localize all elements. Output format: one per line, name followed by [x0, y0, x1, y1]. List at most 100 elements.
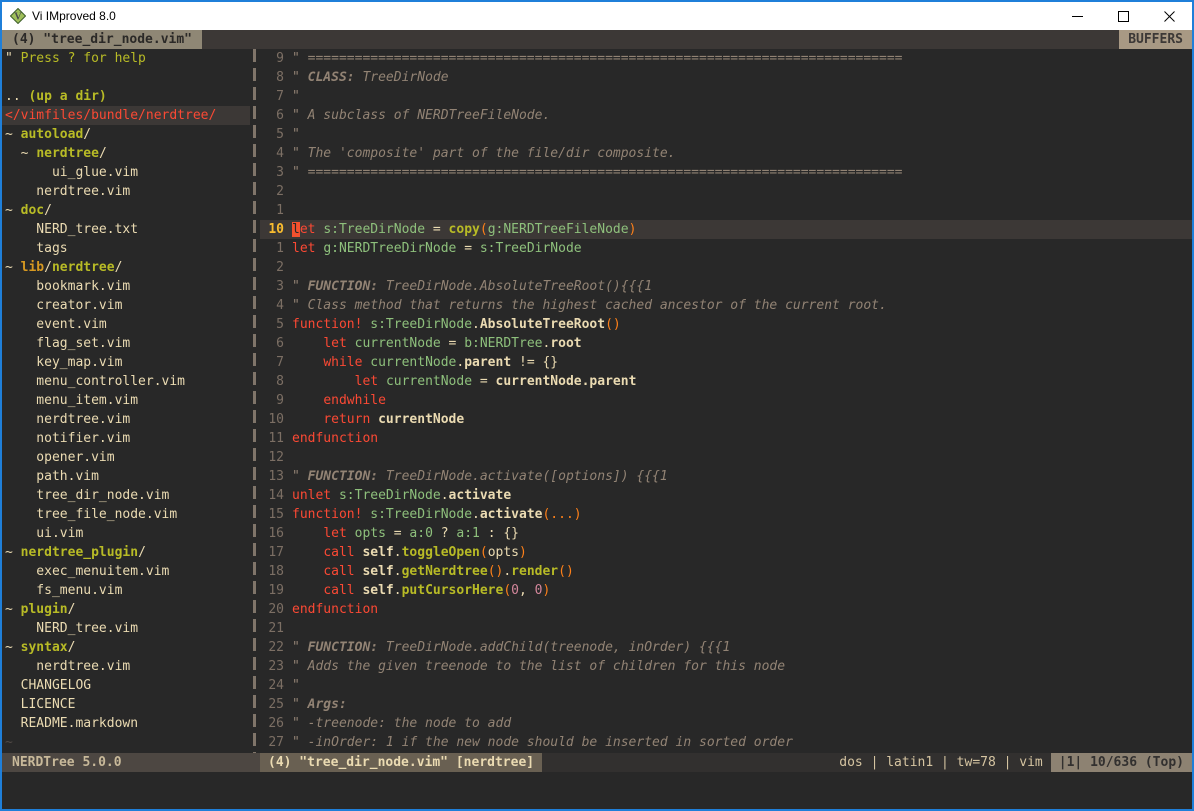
code-line[interactable]: 2 [260, 258, 1192, 277]
tree-row[interactable]: menu_item.vim [5, 391, 250, 410]
minimize-button[interactable] [1054, 2, 1100, 30]
tree-row[interactable]: nerdtree.vim [5, 410, 250, 429]
code-line[interactable]: 4" The 'composite' part of the file/dir … [260, 144, 1192, 163]
code-line[interactable]: 7 while currentNode.parent != {} [260, 353, 1192, 372]
close-button[interactable] [1146, 2, 1192, 30]
code-line[interactable]: 26" -treenode: the node to add [260, 714, 1192, 733]
tree-row[interactable]: ui.vim [5, 524, 250, 543]
text-span [370, 412, 378, 427]
window-separator[interactable] [250, 49, 260, 753]
code-line[interactable]: 6 let currentNode = b:NERDTree.root [260, 334, 1192, 353]
tree-row[interactable]: ~ doc/ [5, 201, 250, 220]
text-span: ( [480, 545, 488, 560]
text-span: = [425, 222, 448, 237]
code-line[interactable]: 17 call self.toggleOpen(opts) [260, 543, 1192, 562]
line-number: 9 [260, 391, 284, 410]
tree-row[interactable]: bookmark.vim [5, 277, 250, 296]
tree-row[interactable]: tree_file_node.vim [5, 505, 250, 524]
code-line[interactable]: 14unlet s:TreeDirNode.activate [260, 486, 1192, 505]
code-line[interactable]: 27 " -inOrder: 1 if the new node should b… [260, 733, 1192, 752]
tree-row[interactable]: </vimfiles/bundle/nerdtree/ [2, 106, 250, 125]
tree-row[interactable]: notifier.vim [5, 429, 250, 448]
text-span: NERD_tree.txt [5, 222, 138, 237]
tree-row[interactable]: ~ plugin/ [5, 600, 250, 619]
code-line[interactable]: 4" Class method that returns the highest… [260, 296, 1192, 315]
tree-row[interactable]: LICENCE [5, 695, 250, 714]
text-span: . [441, 488, 449, 503]
tree-row[interactable]: " Press ? for help [5, 49, 250, 68]
text-span: syntax [21, 640, 68, 655]
tree-row[interactable]: flag_set.vim [5, 334, 250, 353]
text-span: " [292, 697, 308, 712]
tree-row[interactable]: NERD_tree.txt [5, 220, 250, 239]
tree-row[interactable]: tree_dir_node.vim [5, 486, 250, 505]
tree-row[interactable]: nerdtree.vim [5, 182, 250, 201]
code-line[interactable]: 9 endwhile [260, 391, 1192, 410]
tree-row[interactable]: ~ syntax/ [5, 638, 250, 657]
tree-row[interactable]: tags [5, 239, 250, 258]
tree-row[interactable]: key_map.vim [5, 353, 250, 372]
code-line[interactable]: 13" FUNCTION: TreeDirNode.activate([opti… [260, 467, 1192, 486]
tree-row[interactable]: exec_menuitem.vim [5, 562, 250, 581]
code-line[interactable]: 22" FUNCTION: TreeDirNode.addChild(treen… [260, 638, 1192, 657]
text-span: let [323, 526, 346, 541]
tree-row[interactable]: ~ [5, 733, 250, 752]
text-span: . [394, 545, 402, 560]
code-line[interactable]: 3" =====================================… [260, 163, 1192, 182]
code-line[interactable]: 15function! s:TreeDirNode.activate(...) [260, 505, 1192, 524]
code-line[interactable]: 3" FUNCTION: TreeDirNode.AbsoluteTreeRoo… [260, 277, 1192, 296]
text-span: " -inOrder: 1 if the new node should be … [292, 735, 793, 750]
tab-tree-dir-node[interactable]: (4) "tree_dir_node.vim" [2, 30, 202, 49]
code-line[interactable]: 8" CLASS: TreeDirNode [260, 68, 1192, 87]
tree-row[interactable]: .. (up a dir) [5, 87, 250, 106]
code-line[interactable]: 1let g:NERDTreeDirNode = s:TreeDirNode [260, 239, 1192, 258]
tree-row[interactable]: ~ autoload/ [5, 125, 250, 144]
text-span: event.vim [5, 317, 107, 332]
code-line[interactable]: 7" [260, 87, 1192, 106]
code-line-current[interactable]: 10let s:TreeDirNode = copy(g:NERDTreeFil… [260, 220, 1192, 239]
code-line[interactable]: 25" Args: [260, 695, 1192, 714]
tree-row[interactable]: CHANGELOG [5, 676, 250, 695]
tree-row[interactable]: nerdtree.vim [5, 657, 250, 676]
tree-row[interactable]: event.vim [5, 315, 250, 334]
code-line[interactable]: 2 [260, 182, 1192, 201]
code-line[interactable]: 20endfunction [260, 600, 1192, 619]
tree-row[interactable]: opener.vim [5, 448, 250, 467]
code-line[interactable]: 21 [260, 619, 1192, 638]
text-span: (...) [542, 507, 581, 522]
text-span: let [355, 374, 378, 389]
text-span: doc [21, 203, 44, 218]
tree-row[interactable]: NERD_tree.vim [5, 619, 250, 638]
line-number: 11 [260, 429, 284, 448]
code-line[interactable]: 6" A subclass of NERDTreeFileNode. [260, 106, 1192, 125]
tree-row[interactable]: creator.vim [5, 296, 250, 315]
code-line[interactable]: 1 [260, 201, 1192, 220]
maximize-button[interactable] [1100, 2, 1146, 30]
code-line[interactable]: 19 call self.putCursorHere(0, 0) [260, 581, 1192, 600]
text-span: nerdtree.vim [5, 412, 130, 427]
status-line: NERDTree 5.0.0 (4) "tree_dir_node.vim" [… [2, 753, 1192, 772]
tree-row[interactable]: ~ nerdtree_plugin/ [5, 543, 250, 562]
tree-row[interactable]: ~ nerdtree/ [5, 144, 250, 163]
code-line[interactable]: 10 return currentNode [260, 410, 1192, 429]
code-line[interactable]: 9" =====================================… [260, 49, 1192, 68]
tree-row[interactable]: menu_controller.vim [5, 372, 250, 391]
tree-row[interactable]: README.markdown [5, 714, 250, 733]
code-line[interactable]: 18 call self.getNerdtree().render() [260, 562, 1192, 581]
tree-row[interactable]: ui_glue.vim [5, 163, 250, 182]
text-span: CHANGELOG [5, 678, 91, 693]
code-line[interactable]: 12 [260, 448, 1192, 467]
code-line[interactable]: 23" Adds the given treenode to the list … [260, 657, 1192, 676]
tree-row[interactable]: fs_menu.vim [5, 581, 250, 600]
code-line[interactable]: 8 let currentNode = currentNode.parent [260, 372, 1192, 391]
code-line[interactable]: 16 let opts = a:0 ? a:1 : {} [260, 524, 1192, 543]
line-number: 17 [260, 543, 284, 562]
tree-row[interactable]: path.vim [5, 467, 250, 486]
code-line[interactable]: 24" [260, 676, 1192, 695]
code-line[interactable]: 11endfunction [260, 429, 1192, 448]
text-span: / [83, 127, 91, 142]
line-number: 27 [260, 733, 284, 752]
tree-row[interactable]: ~ lib/nerdtree/ [5, 258, 250, 277]
code-line[interactable]: 5" [260, 125, 1192, 144]
code-line[interactable]: 5function! s:TreeDirNode.AbsoluteTreeRoo… [260, 315, 1192, 334]
